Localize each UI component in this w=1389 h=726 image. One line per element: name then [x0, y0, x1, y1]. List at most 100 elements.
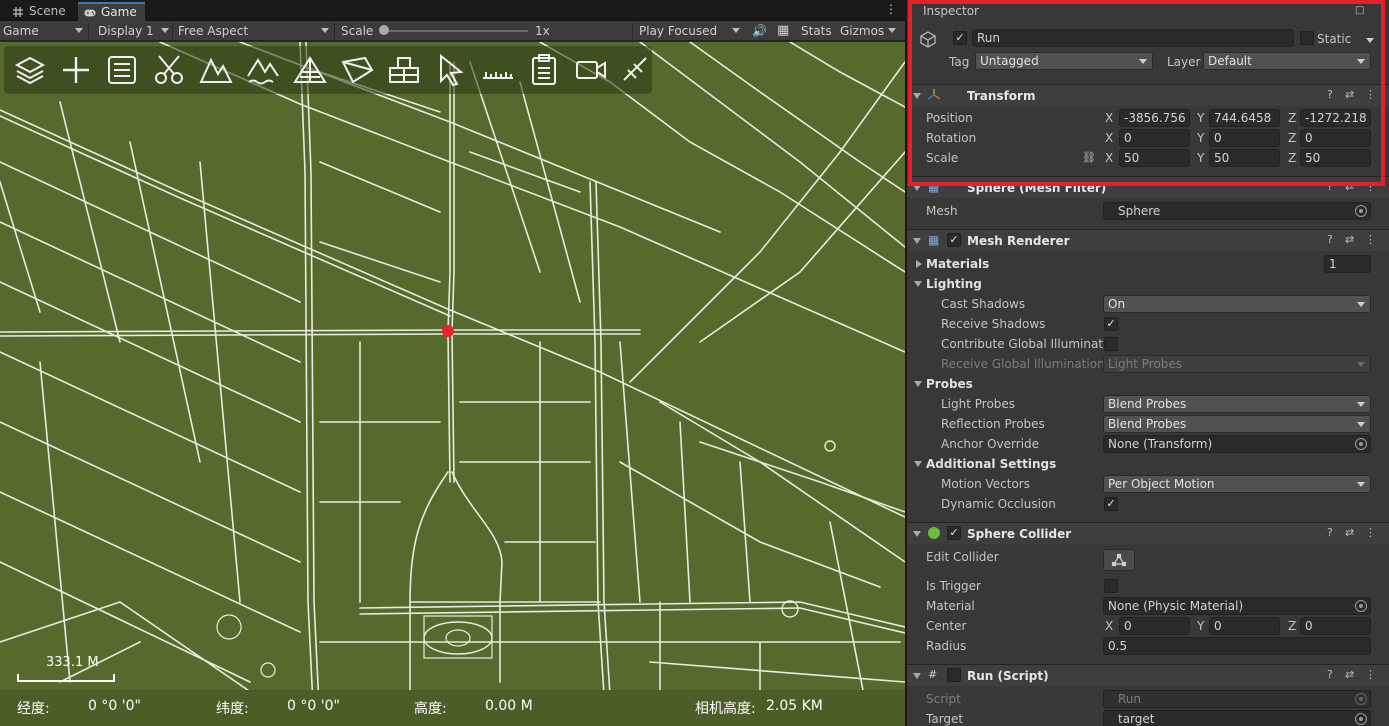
preset-icon[interactable]: ⇄: [1345, 233, 1354, 246]
foldout-arrow-icon[interactable]: [913, 531, 921, 537]
radius-field[interactable]: 0.5: [1103, 637, 1371, 655]
position-y-field[interactable]: 744.6458: [1209, 109, 1280, 127]
object-name-field[interactable]: Run: [972, 29, 1294, 47]
object-picker-icon[interactable]: [1355, 205, 1367, 217]
edit-collider-button[interactable]: [1103, 549, 1135, 571]
scale-slider-handle[interactable]: [379, 25, 389, 35]
list-icon[interactable]: [104, 52, 140, 88]
terrain-mesh-icon[interactable]: [292, 52, 328, 88]
scale-slider-track[interactable]: [384, 30, 528, 32]
tag-dropdown[interactable]: Untagged: [975, 52, 1153, 70]
foldout-arrow-icon[interactable]: [914, 461, 922, 467]
grid-icon[interactable]: ▦: [777, 21, 789, 41]
help-icon[interactable]: ?: [1327, 526, 1333, 539]
mesh-renderer-header[interactable]: ▦ ✓ Mesh Renderer ? ⇄ ⋮: [907, 229, 1389, 251]
additional-settings-section[interactable]: Additional Settings: [907, 455, 1389, 475]
foldout-arrow-icon[interactable]: [913, 185, 921, 191]
cursor-icon[interactable]: [433, 52, 469, 88]
ruler-icon[interactable]: [480, 52, 516, 88]
anchor-override-field[interactable]: None (Transform): [1103, 435, 1371, 453]
object-picker-icon[interactable]: [1355, 438, 1367, 450]
foldout-arrow-icon[interactable]: [914, 281, 922, 287]
scissors-icon[interactable]: [151, 52, 187, 88]
motion-vectors-dropdown[interactable]: Per Object Motion: [1103, 475, 1371, 493]
foldout-arrow-icon[interactable]: [916, 260, 922, 268]
target-field[interactable]: target: [1103, 710, 1371, 726]
materials-count-field[interactable]: 1: [1324, 255, 1371, 273]
game-mode-dropdown[interactable]: Game: [3, 21, 39, 41]
preset-icon[interactable]: ⇄: [1345, 668, 1354, 681]
preset-icon[interactable]: ⇄: [1345, 88, 1354, 101]
light-probes-dropdown[interactable]: Blend Probes: [1103, 395, 1371, 413]
mesh-field[interactable]: Sphere: [1103, 202, 1371, 220]
mesh-renderer-enabled-checkbox[interactable]: ✓: [947, 233, 961, 247]
preset-icon[interactable]: ⇄: [1345, 180, 1354, 193]
help-icon[interactable]: ?: [1327, 233, 1333, 246]
measure-icon[interactable]: [618, 52, 654, 88]
position-z-field[interactable]: -1272.218: [1300, 109, 1371, 127]
materials-row[interactable]: Materials 1: [907, 255, 1389, 275]
run-script-enabled-checkbox[interactable]: [947, 668, 961, 682]
lighting-section[interactable]: Lighting: [907, 275, 1389, 295]
collider-material-field[interactable]: None (Physic Material): [1103, 597, 1371, 615]
sphere-collider-header[interactable]: ✓ Sphere Collider ? ⇄ ⋮: [907, 522, 1389, 544]
more-options-icon[interactable]: ⋮: [1365, 88, 1376, 101]
foldout-arrow-icon[interactable]: [914, 381, 922, 387]
layer-dropdown[interactable]: Default: [1203, 52, 1371, 70]
foldout-arrow-icon[interactable]: [913, 238, 921, 244]
building-icon[interactable]: [386, 52, 422, 88]
stats-button[interactable]: Stats: [801, 21, 832, 41]
terrain-water-icon[interactable]: [245, 52, 281, 88]
tab-game[interactable]: Game: [78, 2, 145, 21]
cast-shadows-dropdown[interactable]: On: [1103, 295, 1371, 313]
more-options-icon[interactable]: ⋮: [1365, 526, 1376, 539]
play-mode-dropdown[interactable]: Play Focused: [639, 21, 717, 41]
help-icon[interactable]: ?: [1327, 668, 1333, 681]
terrain-icon[interactable]: [198, 52, 234, 88]
is-trigger-checkbox[interactable]: [1104, 579, 1118, 593]
transform-header[interactable]: Transform ? ⇄ ⋮: [907, 84, 1389, 106]
clipboard-icon[interactable]: [526, 52, 562, 88]
scale-x-field[interactable]: 50: [1119, 149, 1190, 167]
center-y-field[interactable]: 0: [1209, 617, 1280, 635]
center-z-field[interactable]: 0: [1300, 617, 1371, 635]
maximize-icon[interactable]: □: [1355, 2, 1364, 20]
more-options-icon[interactable]: ⋮: [1365, 668, 1376, 681]
shape-icon[interactable]: [339, 52, 375, 88]
probes-section[interactable]: Probes: [907, 375, 1389, 395]
static-checkbox[interactable]: [1300, 31, 1314, 45]
more-options-icon[interactable]: ⋮: [885, 2, 897, 16]
rotation-x-field[interactable]: 0: [1119, 129, 1190, 147]
foldout-arrow-icon[interactable]: [913, 673, 921, 679]
help-icon[interactable]: ?: [1327, 88, 1333, 101]
preset-icon[interactable]: ⇄: [1345, 526, 1354, 539]
gizmos-button[interactable]: Gizmos: [840, 21, 884, 41]
dynamic-occlusion-checkbox[interactable]: ✓: [1104, 497, 1118, 511]
active-checkbox[interactable]: ✓: [953, 31, 967, 45]
rotation-y-field[interactable]: 0: [1209, 129, 1280, 147]
contribute-gi-checkbox[interactable]: [1104, 337, 1118, 351]
inspector-tab[interactable]: Inspector □: [907, 2, 1389, 22]
object-picker-icon[interactable]: [1355, 600, 1367, 612]
add-icon[interactable]: [58, 52, 94, 88]
foldout-arrow-icon[interactable]: [913, 93, 921, 99]
scale-y-field[interactable]: 50: [1209, 149, 1280, 167]
rotation-z-field[interactable]: 0: [1300, 129, 1371, 147]
video-camera-icon[interactable]: [573, 52, 609, 88]
tab-scene[interactable]: Scene: [6, 2, 74, 21]
audio-mute-icon[interactable]: 🔊: [752, 21, 767, 41]
link-unlinked-icon[interactable]: ⛓: [1082, 149, 1096, 167]
help-icon[interactable]: ?: [1327, 180, 1333, 193]
aspect-dropdown[interactable]: Free Aspect: [178, 21, 248, 41]
more-options-icon[interactable]: ⋮: [1365, 233, 1376, 246]
scale-z-field[interactable]: 50: [1300, 149, 1371, 167]
mesh-filter-header[interactable]: ▦ Sphere (Mesh Filter) ? ⇄ ⋮: [907, 176, 1389, 198]
target-marker[interactable]: [442, 325, 454, 337]
more-options-icon[interactable]: ⋮: [1365, 180, 1376, 193]
layers-icon[interactable]: [12, 52, 48, 88]
display-dropdown[interactable]: Display 1: [98, 21, 154, 41]
object-picker-icon[interactable]: [1355, 713, 1367, 725]
sphere-collider-enabled-checkbox[interactable]: ✓: [947, 526, 961, 540]
run-script-header[interactable]: # Run (Script) ? ⇄ ⋮: [907, 664, 1389, 686]
game-viewport[interactable]: 333.1 M 经度: 0 °0 '0" 纬度: 0 °0 '0" 高度: 0.…: [0, 42, 905, 726]
